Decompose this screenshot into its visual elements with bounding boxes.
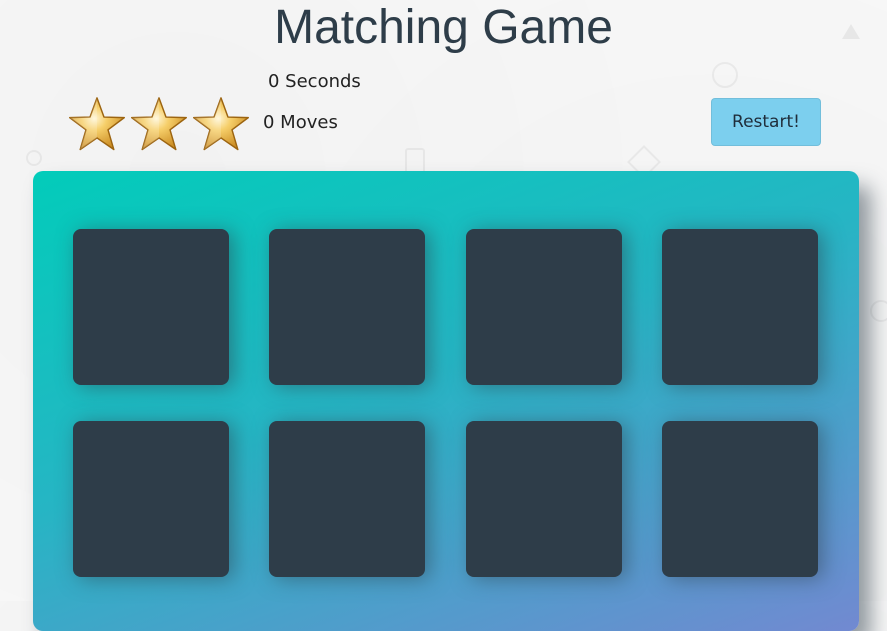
card-face-down[interactable] (73, 421, 229, 577)
background-doodle (26, 150, 42, 166)
card-deck (33, 171, 859, 631)
star-icon (69, 97, 125, 151)
star-rating (68, 96, 250, 152)
card-face-down[interactable] (662, 229, 818, 385)
timer-text: 0 Seconds (268, 71, 361, 92)
card-face-down[interactable] (466, 421, 622, 577)
card-face-down[interactable] (73, 229, 229, 385)
moves-counter: 0 Moves (263, 112, 338, 133)
star-icon (131, 97, 187, 151)
card-face-down[interactable] (466, 229, 622, 385)
background-doodle (870, 300, 887, 322)
card-face-down[interactable] (269, 229, 425, 385)
card-face-down[interactable] (269, 421, 425, 577)
restart-button[interactable]: Restart! (711, 98, 821, 146)
background-doodle (712, 62, 738, 88)
page-title: Matching Game (274, 1, 613, 54)
card-face-down[interactable] (662, 421, 818, 577)
star-icon (193, 97, 249, 151)
